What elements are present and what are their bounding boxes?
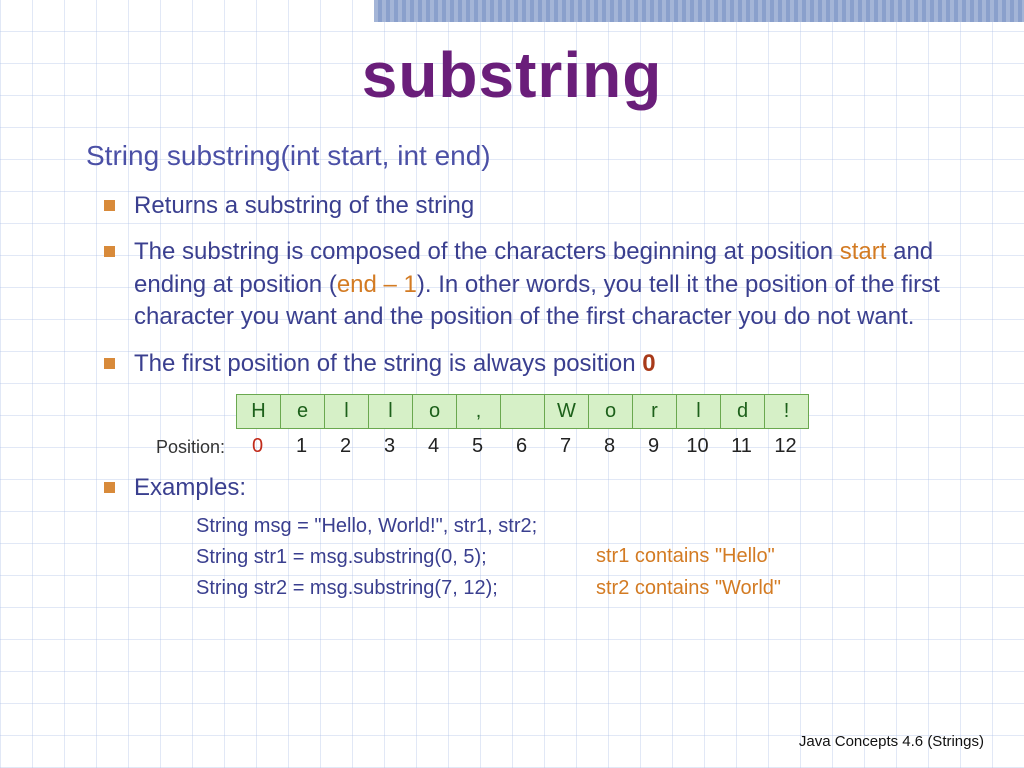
keyword-start: start xyxy=(840,238,887,265)
char-cell: l xyxy=(369,394,413,428)
char-table-wrap: H e l l o , W o r l d ! xyxy=(236,394,974,429)
position-number: 8 xyxy=(588,435,632,458)
bullet-item: The first position of the string is alwa… xyxy=(134,348,974,380)
examples-list: Examples: String msg = "Hello, World!", … xyxy=(86,472,974,603)
position-number: 12 xyxy=(764,435,808,458)
examples-label: Examples: xyxy=(134,474,246,501)
char-cell: o xyxy=(413,394,457,428)
char-cell: W xyxy=(545,394,589,428)
code-line: String str1 = msg.substring(0, 5); xyxy=(196,542,974,573)
position-number: 4 xyxy=(412,435,456,458)
bullet-text: The substring is composed of the charact… xyxy=(134,238,840,265)
position-numbers: 0123456789101112 xyxy=(236,435,808,458)
position-number: 0 xyxy=(236,435,280,458)
char-cell: ! xyxy=(765,394,809,428)
code-block: String msg = "Hello, World!", str1, str2… xyxy=(196,511,974,604)
position-number: 2 xyxy=(324,435,368,458)
bullet-item: Examples: String msg = "Hello, World!", … xyxy=(134,472,974,603)
position-number: 1 xyxy=(280,435,324,458)
position-number: 6 xyxy=(500,435,544,458)
position-row: Position: 0123456789101112 xyxy=(156,435,974,458)
char-cell: e xyxy=(281,394,325,428)
position-number: 7 xyxy=(544,435,588,458)
position-number: 3 xyxy=(368,435,412,458)
code-line: String str2 = msg.substring(7, 12); xyxy=(196,573,974,604)
header-accent-bar xyxy=(374,0,1024,22)
char-cell: o xyxy=(589,394,633,428)
position-number: 11 xyxy=(720,435,764,458)
position-number: 9 xyxy=(632,435,676,458)
code-line: String msg = "Hello, World!", str1, str2… xyxy=(196,511,974,542)
position-label: Position: xyxy=(156,437,225,458)
slide-body: String substring(int start, int end) Ret… xyxy=(86,140,974,618)
bullet-text: Returns a substring of the string xyxy=(134,192,474,219)
method-signature: String substring(int start, int end) xyxy=(86,140,974,172)
bullet-text: The first position of the string is alwa… xyxy=(134,350,642,377)
result-note: str2 contains "World" xyxy=(596,573,781,604)
position-number: 10 xyxy=(676,435,720,458)
char-cell: r xyxy=(633,394,677,428)
char-cell: d xyxy=(721,394,765,428)
char-cell: H xyxy=(237,394,281,428)
zero-literal: 0 xyxy=(642,350,655,377)
keyword-end: end – 1 xyxy=(337,271,417,298)
result-note: str1 contains "Hello" xyxy=(596,541,775,572)
slide-footer: Java Concepts 4.6 (Strings) xyxy=(799,733,984,750)
char-cell: l xyxy=(677,394,721,428)
bullet-item: Returns a substring of the string xyxy=(134,190,974,222)
char-row: H e l l o , W o r l d ! xyxy=(237,394,809,428)
bullet-list: Returns a substring of the string The su… xyxy=(86,190,974,380)
slide-title: substring xyxy=(0,38,1024,112)
bullet-item: The substring is composed of the charact… xyxy=(134,236,974,333)
char-cell: l xyxy=(325,394,369,428)
char-cell xyxy=(501,394,545,428)
position-number: 5 xyxy=(456,435,500,458)
char-cell: , xyxy=(457,394,501,428)
char-table: H e l l o , W o r l d ! xyxy=(236,394,809,429)
